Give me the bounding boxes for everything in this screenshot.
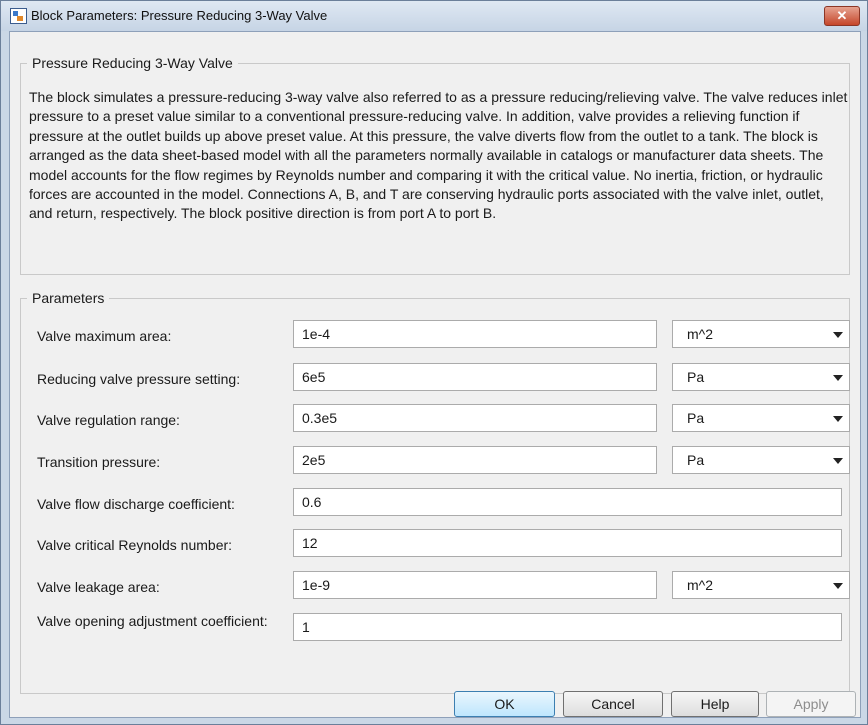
transition-pressure-label: Transition pressure: (37, 454, 161, 470)
chevron-down-icon (833, 583, 843, 589)
reducing-valve-pressure-setting-unit-select[interactable]: Pa (672, 363, 850, 391)
parameters-legend: Parameters (27, 290, 110, 306)
valve-critical-reynolds-number-label: Valve critical Reynolds number: (37, 537, 233, 553)
title-bar[interactable]: Block Parameters: Pressure Reducing 3-Wa… (1, 1, 867, 31)
description-text: The block simulates a pressure-reducing … (29, 89, 848, 222)
valve-leakage-area-input[interactable] (293, 571, 657, 599)
reducing-valve-pressure-setting-input[interactable] (293, 363, 657, 391)
valve-flow-discharge-coefficient-label: Valve flow discharge coefficient: (37, 496, 235, 512)
reducing-valve-pressure-setting-unit: Pa (687, 369, 705, 385)
ok-button[interactable]: OK (454, 691, 555, 717)
valve-critical-reynolds-number-input[interactable] (293, 529, 842, 557)
chevron-down-icon (833, 458, 843, 464)
valve-opening-adjustment-coefficient-input[interactable] (293, 613, 842, 641)
valve-regulation-range-input[interactable] (293, 404, 657, 432)
chevron-down-icon (833, 416, 843, 422)
valve-maximum-area-label: Valve maximum area: (37, 328, 172, 344)
valve-leakage-area-unit: m^2 (687, 577, 714, 593)
valve-opening-adjustment-coefficient-label: Valve opening adjustment coefficient: (37, 613, 268, 629)
valve-regulation-range-label: Valve regulation range: (37, 412, 180, 428)
valve-regulation-range-unit: Pa (687, 410, 705, 426)
valve-maximum-area-unit-select[interactable]: m^2 (672, 320, 850, 348)
reducing-valve-pressure-setting-label: Reducing valve pressure setting: (37, 371, 241, 387)
cancel-button[interactable]: Cancel (563, 691, 663, 717)
help-button[interactable]: Help (671, 691, 759, 717)
valve-flow-discharge-coefficient-input[interactable] (293, 488, 842, 516)
block-parameters-icon (10, 8, 27, 24)
chevron-down-icon (833, 332, 843, 338)
description-legend: Pressure Reducing 3-Way Valve (27, 55, 238, 71)
transition-pressure-input[interactable] (293, 446, 657, 474)
apply-button[interactable]: Apply (766, 691, 856, 717)
valve-regulation-range-unit-select[interactable]: Pa (672, 404, 850, 432)
valve-maximum-area-unit: m^2 (687, 326, 714, 342)
chevron-down-icon (833, 375, 843, 381)
valve-maximum-area-input[interactable] (293, 320, 657, 348)
dialog-body: Pressure Reducing 3-Way Valve The block … (9, 31, 861, 718)
valve-leakage-area-label: Valve leakage area: (37, 579, 160, 595)
dialog-window: Block Parameters: Pressure Reducing 3-Wa… (0, 0, 868, 725)
valve-leakage-area-unit-select[interactable]: m^2 (672, 571, 850, 599)
window-title: Block Parameters: Pressure Reducing 3-Wa… (31, 8, 328, 23)
close-button[interactable]: ✕ (824, 6, 860, 26)
transition-pressure-unit: Pa (687, 452, 705, 468)
transition-pressure-unit-select[interactable]: Pa (672, 446, 850, 474)
